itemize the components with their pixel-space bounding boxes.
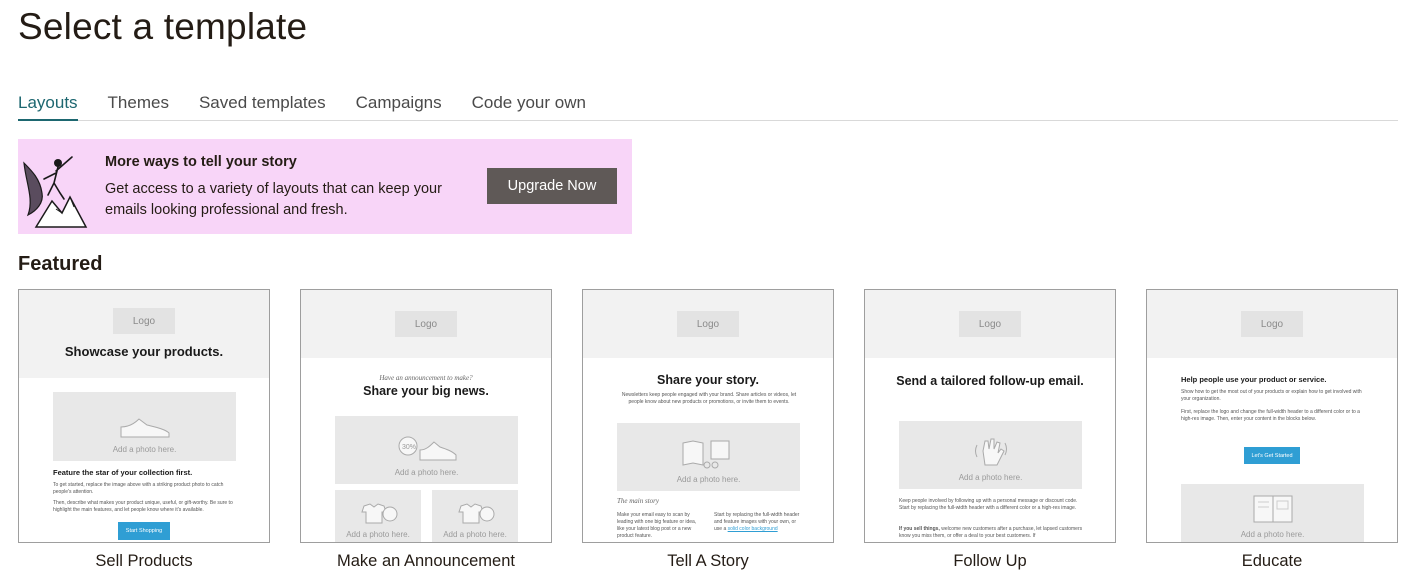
- book-icon: [1253, 495, 1292, 523]
- photo-label: Add a photo here.: [394, 468, 459, 477]
- template-photo-placeholder: Add a photo here.: [335, 490, 421, 542]
- template-photo-placeholder: Add a photo here.: [1181, 484, 1364, 542]
- template-body: If you sell things, welcome new customer…: [899, 526, 1085, 540]
- template-headline: Share your big news.: [363, 384, 489, 398]
- tab-themes[interactable]: Themes: [108, 90, 169, 121]
- template-headline: Help people use your product or service.: [1181, 375, 1327, 384]
- template-card-tell-a-story[interactable]: Logo Share your story. Newsletters keep …: [582, 289, 834, 571]
- template-preview[interactable]: Logo Showcase your products. Add a photo…: [18, 289, 270, 543]
- photo-label: Add a photo here.: [676, 475, 741, 484]
- tab-saved-templates[interactable]: Saved templates: [199, 90, 326, 121]
- climber-illustration-icon: [23, 156, 88, 228]
- template-body: First, replace the logo and change the f…: [1181, 409, 1360, 422]
- template-caption[interactable]: Follow Up: [864, 552, 1116, 571]
- template-header: [19, 290, 269, 378]
- template-column-link: solid color background: [727, 526, 778, 532]
- template-caption[interactable]: Tell A Story: [582, 552, 834, 571]
- upgrade-banner: More ways to tell your story Get access …: [18, 139, 632, 234]
- template-caption[interactable]: Educate: [1146, 552, 1398, 571]
- template-card-make-an-announcement[interactable]: Logo Have an announcement to make? Share…: [300, 289, 552, 571]
- tab-code-your-own[interactable]: Code your own: [472, 90, 586, 121]
- template-preview[interactable]: Logo Share your story. Newsletters keep …: [582, 289, 834, 543]
- banner-text: Get access to a variety of layouts that …: [105, 181, 442, 218]
- template-column: Make your email easy to scan by leading …: [617, 512, 697, 539]
- template-body-bold: If you sell things,: [899, 526, 940, 532]
- template-body: Then, describe what makes your product u…: [53, 500, 233, 513]
- featured-heading: Featured: [18, 253, 103, 275]
- template-body: To get started, replace the image above …: [53, 482, 224, 495]
- photo-label: Add a photo here.: [346, 530, 410, 539]
- template-preview[interactable]: Logo Send a tailored follow-up email. Ad…: [864, 289, 1116, 543]
- template-card-sell-products[interactable]: Logo Showcase your products. Add a photo…: [18, 289, 270, 571]
- template-body: Keep people involved by following up wit…: [899, 498, 1078, 511]
- template-body: Show how to get the most out of your pro…: [1181, 389, 1362, 402]
- tshirt-sale-icon: [458, 503, 495, 524]
- template-caption[interactable]: Make an Announcement: [300, 552, 552, 571]
- photo-label: Add a photo here.: [112, 445, 177, 454]
- photo-label: Add a photo here.: [1240, 530, 1305, 539]
- template-logo: Logo: [395, 311, 457, 337]
- tshirt-sale-icon: [361, 503, 398, 524]
- template-cta-button: Let's Get Started: [1244, 447, 1300, 464]
- photo-label: Add a photo here.: [443, 530, 507, 539]
- tab-campaigns[interactable]: Campaigns: [356, 90, 442, 121]
- template-tabs: Layouts Themes Saved templates Campaigns…: [18, 90, 1398, 121]
- waving-hand-icon: [974, 438, 1007, 466]
- template-photo-placeholder: Add a photo here.: [53, 392, 236, 461]
- tab-layouts[interactable]: Layouts: [18, 90, 78, 121]
- template-photo-placeholder: 30% Add a photo here.: [335, 416, 518, 484]
- template-preview[interactable]: Logo Have an announcement to make? Share…: [300, 289, 552, 543]
- template-logo: Logo: [113, 308, 175, 334]
- template-card-follow-up[interactable]: Logo Send a tailored follow-up email. Ad…: [864, 289, 1116, 571]
- template-caption[interactable]: Sell Products: [18, 552, 270, 571]
- template-headline: Share your story.: [657, 373, 759, 387]
- map-sketch-icon: [682, 440, 729, 469]
- shoe-icon: [120, 418, 169, 438]
- page-title: Select a template: [18, 6, 308, 47]
- shoe-sale-icon: 30%: [398, 436, 456, 461]
- template-section-title: The main story: [617, 497, 659, 505]
- upgrade-now-button[interactable]: Upgrade Now: [487, 168, 617, 204]
- template-headline: Send a tailored follow-up email.: [896, 374, 1084, 388]
- template-logo: Logo: [677, 311, 739, 337]
- template-photo-placeholder: Add a photo here.: [617, 423, 800, 491]
- template-subheading: Feature the star of your collection firs…: [53, 468, 193, 477]
- template-card-educate[interactable]: Logo Help people use your product or ser…: [1146, 289, 1398, 571]
- template-cta-button: Start Shopping: [118, 522, 170, 540]
- template-column: Start by replacing the full-width header…: [714, 512, 802, 533]
- svg-text:30%: 30%: [402, 444, 416, 451]
- template-headline: Showcase your products.: [64, 344, 224, 359]
- banner-heading: More ways to tell your story: [105, 154, 297, 170]
- template-logo: Logo: [1241, 311, 1303, 337]
- template-preview[interactable]: Logo Help people use your product or ser…: [1146, 289, 1398, 543]
- template-logo: Logo: [959, 311, 1021, 337]
- photo-label: Add a photo here.: [958, 473, 1023, 482]
- template-photo-placeholder: Add a photo here.: [899, 421, 1082, 489]
- template-photo-placeholder: Add a photo here.: [432, 490, 518, 542]
- template-intro: Newsletters keep people engaged with you…: [621, 392, 797, 405]
- template-kicker: Have an announcement to make?: [379, 374, 473, 382]
